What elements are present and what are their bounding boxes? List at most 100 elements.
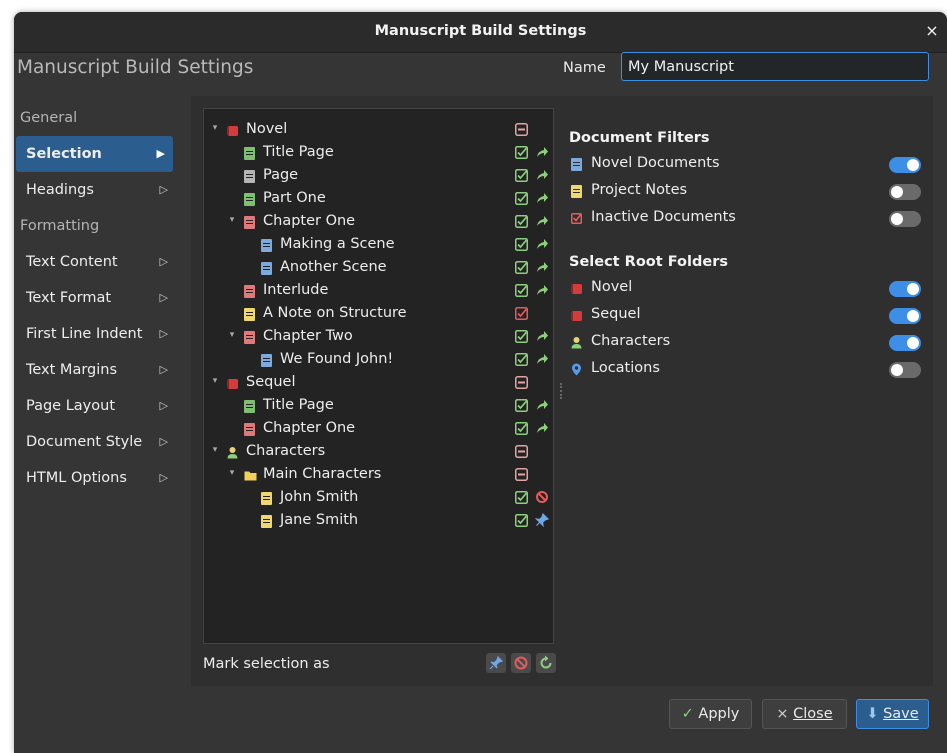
document-red-icon	[244, 216, 255, 229]
nav-item-document-style[interactable]: Document Style ▷	[16, 424, 178, 460]
blocked-icon	[535, 490, 549, 504]
expand-toggle-icon[interactable]: ▾	[210, 123, 220, 133]
nav-section-formatting: Formatting	[20, 218, 100, 234]
filter-label: Novel Documents	[591, 155, 720, 171]
partial-checkbox-icon[interactable]	[515, 123, 528, 136]
tree-row-sequel[interactable]: ▾ Sequel	[204, 372, 553, 395]
tree-row-part-one[interactable]: Part One	[204, 188, 553, 211]
nav-item-page-layout[interactable]: Page Layout ▷	[16, 388, 178, 424]
tree-row-label: A Note on Structure	[263, 305, 407, 321]
expand-toggle-icon[interactable]: ▾	[210, 376, 220, 386]
tree-row-sequel-chapter-one[interactable]: Chapter One	[204, 418, 553, 441]
sequel-root-toggle[interactable]	[889, 308, 921, 324]
apply-button[interactable]: ✓ Apply	[669, 699, 752, 729]
novel-folder-icon	[571, 311, 582, 321]
selection-tree[interactable]: ▾ Novel Title Page Page Part One ▾ Chapter One…	[203, 108, 554, 644]
included-checkbox-icon[interactable]	[515, 491, 528, 504]
splitter-handle[interactable]	[560, 383, 564, 399]
included-checkbox-icon[interactable]	[515, 215, 528, 228]
included-checkbox-icon[interactable]	[515, 261, 528, 274]
nav-item-label: Text Format	[26, 290, 112, 306]
window-title: Manuscript Build Settings	[374, 23, 587, 39]
included-checkbox-icon[interactable]	[515, 192, 528, 205]
tree-row-jane-smith[interactable]: Jane Smith	[204, 510, 553, 533]
tree-row-title-page[interactable]: Title Page	[204, 142, 553, 165]
locations-root-toggle[interactable]	[889, 362, 921, 378]
nav-item-label: First Line Indent	[26, 326, 143, 342]
included-checkbox-icon[interactable]	[515, 514, 528, 527]
root-folder-sequel: Sequel	[569, 304, 921, 328]
included-arrow-icon	[535, 283, 549, 297]
tree-row-we-found-john[interactable]: We Found John!	[204, 349, 553, 372]
excluded-checkbox-icon[interactable]	[515, 307, 528, 320]
window-close-icon[interactable]: ×	[923, 22, 941, 40]
tree-row-making-a-scene[interactable]: Making a Scene	[204, 234, 553, 257]
nav-item-html-options[interactable]: HTML Options ▷	[16, 460, 178, 496]
novel-documents-toggle[interactable]	[889, 157, 921, 173]
save-button[interactable]: ⬇ Save	[856, 699, 929, 729]
inactive-documents-toggle[interactable]	[889, 211, 921, 227]
characters-root-toggle[interactable]	[889, 335, 921, 351]
nav-item-first-line-indent[interactable]: First Line Indent ▷	[16, 316, 178, 352]
tree-row-john-smith[interactable]: John Smith	[204, 487, 553, 510]
tree-row-interlude[interactable]: Interlude	[204, 280, 553, 303]
close-label: Close	[793, 706, 833, 722]
expand-toggle-icon[interactable]: ▾	[227, 215, 237, 225]
note-yellow-icon	[261, 515, 272, 528]
tree-row-label: Part One	[263, 190, 326, 206]
filter-novel-documents: Novel Documents	[569, 153, 921, 177]
document-red-icon	[244, 331, 255, 344]
title-bar: Manuscript Build Settings ×	[14, 12, 947, 53]
tree-row-chapter-one[interactable]: ▾ Chapter One	[204, 211, 553, 234]
novel-folder-icon	[227, 377, 238, 390]
nav-item-text-content[interactable]: Text Content ▷	[16, 244, 178, 280]
included-checkbox-icon[interactable]	[515, 422, 528, 435]
partial-checkbox-icon[interactable]	[515, 445, 528, 458]
included-checkbox-icon[interactable]	[515, 330, 528, 343]
nav-item-selection[interactable]: Selection ▶	[16, 136, 173, 172]
folder-label: Locations	[591, 360, 660, 376]
tree-row-another-scene[interactable]: Another Scene	[204, 257, 553, 280]
folder-yellow-icon	[244, 469, 257, 482]
mark-pinned-button[interactable]	[486, 653, 506, 673]
tree-row-a-note-on-structure[interactable]: A Note on Structure	[204, 303, 553, 326]
included-checkbox-icon[interactable]	[515, 399, 528, 412]
included-checkbox-icon[interactable]	[515, 146, 528, 159]
tree-row-label: Main Characters	[263, 466, 382, 482]
tree-row-characters[interactable]: ▾ Characters	[204, 441, 553, 464]
blocked-icon	[514, 656, 528, 670]
novel-root-toggle[interactable]	[889, 281, 921, 297]
close-button[interactable]: × Close	[762, 699, 847, 729]
tree-row-page[interactable]: Page	[204, 165, 553, 188]
included-checkbox-icon[interactable]	[515, 169, 528, 182]
expand-toggle-icon[interactable]: ▾	[227, 468, 237, 478]
mark-reset-button[interactable]	[536, 653, 556, 673]
tree-row-chapter-two[interactable]: ▾ Chapter Two	[204, 326, 553, 349]
partial-checkbox-icon[interactable]	[515, 376, 528, 389]
name-input[interactable]	[621, 52, 929, 81]
name-label: Name	[563, 60, 606, 76]
partial-checkbox-icon[interactable]	[515, 468, 528, 481]
expand-arrow-icon: ▷	[159, 255, 168, 268]
included-checkbox-icon[interactable]	[515, 353, 528, 366]
close-icon: ×	[776, 706, 789, 722]
nav-item-text-margins[interactable]: Text Margins ▷	[16, 352, 178, 388]
expand-toggle-icon[interactable]: ▾	[227, 330, 237, 340]
nav-item-headings[interactable]: Headings ▷	[16, 172, 178, 208]
mark-excluded-button[interactable]	[511, 653, 531, 673]
included-arrow-icon	[535, 191, 549, 205]
included-checkbox-icon[interactable]	[515, 284, 528, 297]
tree-row-sequel-title-page[interactable]: Title Page	[204, 395, 553, 418]
expand-toggle-icon[interactable]: ▾	[210, 445, 220, 455]
project-notes-toggle[interactable]	[889, 184, 921, 200]
tree-row-label: Novel	[246, 121, 288, 137]
novel-folder-icon	[571, 284, 582, 294]
nav-item-text-format[interactable]: Text Format ▷	[16, 280, 178, 316]
folder-label: Sequel	[591, 306, 641, 322]
tree-row-novel[interactable]: ▾ Novel	[204, 119, 553, 142]
tree-row-main-characters[interactable]: ▾ Main Characters	[204, 464, 553, 487]
included-checkbox-icon[interactable]	[515, 238, 528, 251]
note-yellow-icon	[571, 185, 582, 198]
filter-inactive-documents: Inactive Documents	[569, 207, 921, 231]
root-folder-characters: Characters	[569, 331, 921, 355]
